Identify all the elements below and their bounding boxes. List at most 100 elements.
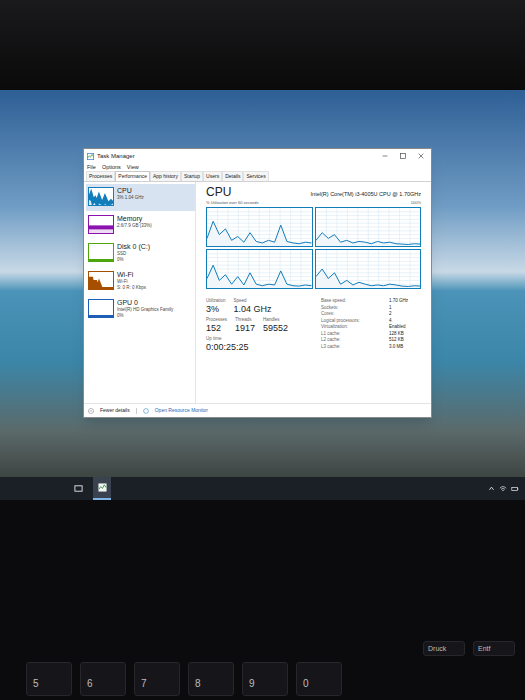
spec-label: Cores: <box>321 311 334 318</box>
fewer-details-link[interactable]: Fewer details <box>100 408 130 413</box>
spec-row: Virtualization: Enabled <box>321 324 421 331</box>
sidebar-item-detail: 0% <box>117 313 173 319</box>
close-icon[interactable] <box>418 153 424 159</box>
sidebar-item-detail: Intel(R) HD Graphics Family <box>117 307 173 313</box>
maximize-icon[interactable] <box>400 153 406 159</box>
tab[interactable]: Startup <box>181 171 203 181</box>
sidebar-item-name: Memory <box>117 215 152 223</box>
spec-value: 128 KB <box>389 331 421 338</box>
core-chart <box>316 250 421 288</box>
spec-label: Logical processors: <box>321 318 360 325</box>
tab[interactable]: Users <box>203 171 222 181</box>
key[interactable]: Druck <box>423 641 465 656</box>
cpu-panel: CPU Intel(R) Core(TM) i3-4005U CPU @ 1.70… <box>196 182 431 403</box>
thumbnail-graph <box>88 215 114 234</box>
stat: Threads1917 <box>235 317 255 333</box>
spec-label: L1 cache: <box>321 331 341 338</box>
sidebar-item-detail: SSD <box>117 251 150 257</box>
taskbar-item[interactable] <box>93 477 111 500</box>
spec-value: Enabled <box>389 324 421 331</box>
sidebar-item[interactable]: Disk 0 (C:)SSD0% <box>86 240 195 267</box>
stat-value: 0:00:25:25 <box>206 342 249 352</box>
tab[interactable]: Performance <box>115 171 150 181</box>
sidebar-item[interactable]: CPU3% 1.04 GHz <box>86 184 195 211</box>
sidebar-item[interactable]: GPU 0Intel(R) HD Graphics Family0% <box>86 296 195 323</box>
thumbnail-graph <box>88 299 114 318</box>
network-icon[interactable] <box>499 485 507 493</box>
number-row: 567890 <box>6 662 519 700</box>
tab[interactable]: Processes <box>86 171 115 181</box>
thumbnail-chart <box>89 188 113 205</box>
spec-row: L3 cache: 3.0 MB <box>321 344 421 351</box>
core-graph <box>206 207 313 247</box>
menu-item[interactable]: File <box>87 165 96 171</box>
cpu-model: Intel(R) Core(TM) i3-4005U CPU @ 1.70GHz <box>311 192 421 199</box>
task-manager-icon <box>87 153 94 160</box>
key[interactable]: Entf <box>473 641 515 656</box>
menu-item[interactable]: Options <box>102 165 121 171</box>
spec-row: L1 cache: 128 KB <box>321 331 421 338</box>
stat: Processes152 <box>206 317 227 333</box>
top-bezel <box>0 0 525 90</box>
thumbnail-graph <box>88 243 114 262</box>
stat-value: 152 <box>206 323 227 333</box>
key[interactable]: 5 <box>26 662 72 696</box>
sidebar-item-name: GPU 0 <box>117 299 173 307</box>
taskbar <box>0 477 525 500</box>
core-graph <box>206 249 313 289</box>
spec-value: 2 <box>389 311 421 318</box>
spec-row: Sockets:1 <box>321 305 421 312</box>
sidebar: CPU3% 1.04 GHzMemory2.6/7.9 GB (33%)Disk… <box>84 182 196 403</box>
task-view-icon[interactable] <box>74 484 83 493</box>
key[interactable]: 7 <box>134 662 180 696</box>
sidebar-item[interactable]: Memory2.6/7.9 GB (33%) <box>86 212 195 239</box>
spec-label: Virtualization: <box>321 324 348 331</box>
spec-row: L2 cache:512 KB <box>321 337 421 344</box>
spec-row: Base speed:1.70 GHz <box>321 298 421 305</box>
chevron-up-icon <box>88 408 94 414</box>
spec-label: L3 cache: <box>321 344 341 351</box>
resource-monitor-link[interactable]: Open Resource Monitor <box>155 408 208 413</box>
menu-item[interactable]: View <box>127 165 139 171</box>
stat: Handles59552 <box>263 317 288 333</box>
stats-area: Utilization3%Speed1.04 GHzProcesses152Th… <box>206 298 421 352</box>
spec-value: 3.0 MB <box>389 344 421 351</box>
chevron-up-icon[interactable] <box>488 485 495 492</box>
stat-value: 3% <box>206 304 226 314</box>
core-chart <box>207 208 312 246</box>
resource-monitor-icon <box>143 408 149 414</box>
core-graph <box>315 207 422 247</box>
stat-label: Threads <box>235 317 255 323</box>
title-bar[interactable]: Task Manager <box>84 149 431 163</box>
key[interactable]: 9 <box>242 662 288 696</box>
keyboard: Druck Entf 567890 <box>0 500 525 700</box>
screen: Task Manager File Options View ProcessesPerf… <box>0 90 525 500</box>
sidebar-item-name: Disk 0 (C:) <box>117 243 150 251</box>
tab[interactable]: App history <box>150 171 181 181</box>
sidebar-item-detail: Wi-Fi <box>117 279 146 285</box>
spec-value: 512 KB <box>389 337 421 344</box>
spec-value: 1 <box>389 305 421 312</box>
core-graph <box>315 249 422 289</box>
key[interactable]: 0 <box>296 662 342 696</box>
key[interactable]: 6 <box>80 662 126 696</box>
battery-icon[interactable] <box>511 485 519 493</box>
stat-label: Handles <box>263 317 288 323</box>
stat-label: Utilization <box>206 298 226 304</box>
footer: Fewer details Open Resource Monitor <box>84 403 431 417</box>
sidebar-item[interactable]: Wi-FiWi-FiS: 0 R: 0 Kbps <box>86 268 195 295</box>
core-chart <box>316 208 421 246</box>
tab[interactable]: Services <box>243 171 268 181</box>
task-manager-window[interactable]: Task Manager File Options View ProcessesPerf… <box>83 148 432 418</box>
key[interactable]: 8 <box>188 662 234 696</box>
graph-label: % Utilization over 60 seconds <box>206 201 258 205</box>
tab[interactable]: Details <box>222 171 243 181</box>
thumbnail-chart <box>89 216 113 233</box>
graph-max: 100% <box>411 201 421 205</box>
thumbnail-graph <box>88 271 114 290</box>
spec-value: 4 <box>389 318 421 325</box>
stat-value: 59552 <box>263 323 288 333</box>
sidebar-item-detail: 2.6/7.9 GB (33%) <box>117 223 152 229</box>
minimize-icon[interactable] <box>382 153 388 159</box>
cpu-heading: CPU <box>206 186 231 198</box>
